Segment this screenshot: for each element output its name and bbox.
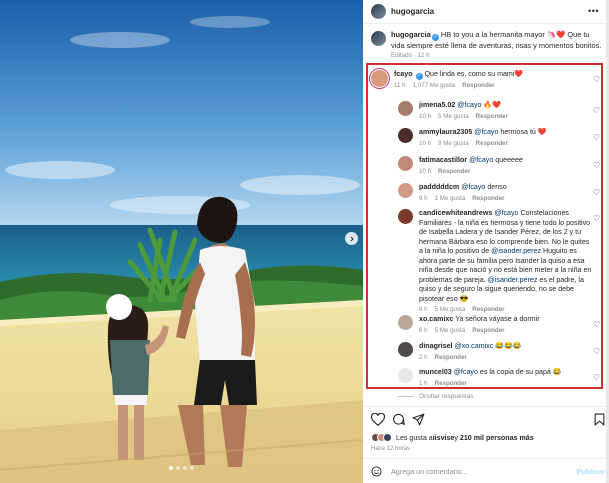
add-comment-input[interactable]: Agrega un comentario... (391, 467, 577, 476)
avatar[interactable] (371, 4, 386, 19)
avatar (383, 433, 392, 442)
carousel-next-button[interactable] (345, 232, 358, 245)
likes-user[interactable]: iisvise (433, 434, 455, 442)
emoji-icon[interactable] (371, 466, 382, 477)
liker-avatars (371, 433, 392, 442)
more-horizontal-icon[interactable]: ••• (588, 6, 599, 16)
likes-count[interactable]: 210 mil personas más (460, 434, 534, 442)
publish-button[interactable]: Publicar (577, 467, 605, 476)
caption-time: Editado · 12 h (391, 52, 430, 59)
comment-icon[interactable] (392, 413, 405, 426)
avatar[interactable] (371, 31, 386, 46)
post-photo[interactable] (0, 0, 363, 483)
carousel-dot (176, 466, 180, 470)
add-comment-bar: Agrega un comentario... Publicar (371, 466, 605, 477)
send-icon[interactable] (412, 413, 425, 426)
action-bar (371, 413, 605, 429)
bookmark-icon[interactable] (594, 413, 605, 426)
likes-prefix: Les gusta a (396, 433, 433, 442)
carousel-dot (190, 466, 194, 470)
post-caption: hugogarcia ✓ HB to you a la hermanita may… (371, 30, 605, 61)
chevron-right-icon (350, 236, 354, 241)
caption-username[interactable]: hugogarcia (391, 30, 431, 39)
heart-icon[interactable] (371, 413, 385, 426)
verified-badge-icon: ✓ (431, 34, 439, 41)
divider (363, 406, 609, 407)
hide-replies-label: Ocultar respuestas (419, 393, 474, 400)
divider (398, 396, 414, 397)
photo-scene (0, 0, 363, 483)
post-author-username[interactable]: hugogarcia (391, 7, 434, 16)
highlight-box (366, 63, 603, 389)
hide-replies-button[interactable]: Ocultar respuestas (398, 393, 474, 400)
post-header: hugogarcia ••• (363, 0, 609, 24)
likes-summary: Les gusta a iisvise y 210 mil personas m… (371, 433, 534, 442)
carousel-dot (183, 466, 187, 470)
likes-middle: y (454, 433, 458, 442)
carousel-dots (0, 466, 363, 470)
divider (363, 458, 609, 459)
post-timestamp: Hace 12 horas (371, 446, 411, 452)
carousel-dot (169, 466, 173, 470)
